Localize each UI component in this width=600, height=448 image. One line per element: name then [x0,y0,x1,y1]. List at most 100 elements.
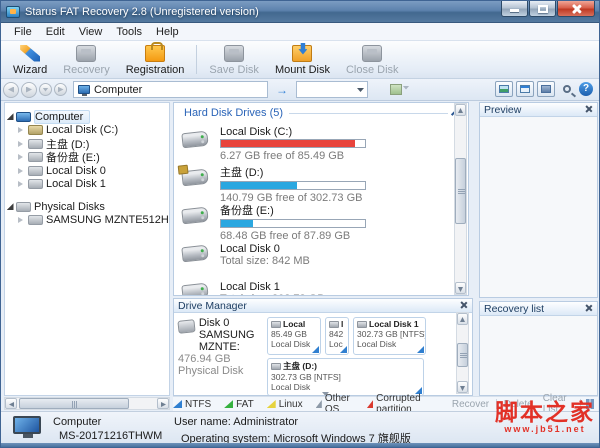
save-view-button[interactable] [537,81,555,97]
view-options-button[interactable] [390,84,413,95]
disk-icon [28,152,43,163]
back-button[interactable] [3,81,19,98]
chevron-down-icon [402,85,410,90]
folder-tree: Computer Local Disk (C:) 主盘 (D:) 备份盘 (E:… [4,102,170,396]
menu-help[interactable]: Help [149,25,186,39]
search-icon[interactable] [563,85,571,93]
drives-scrollbar[interactable] [454,103,467,295]
menu-file[interactable]: File [7,25,39,39]
refresh-icon [57,86,64,93]
fat-triangle-icon [224,400,234,408]
corrupted-triangle-icon [366,400,374,408]
help-button[interactable]: ? [579,82,593,96]
tree-label: Physical Disks [34,200,105,213]
expander-closed-icon[interactable] [18,167,26,174]
location-breadcrumb[interactable]: Computer [73,81,268,98]
hard-drive-icon [181,130,209,149]
refresh-button[interactable] [54,83,67,96]
drive-manager-panel: Drive Manager Disk 0 SAMSUNG MZNTE: 476.… [173,298,473,396]
legend-fat: FAT [224,399,254,410]
recover-button[interactable]: Recover [447,399,494,410]
expander-open-icon[interactable] [6,113,14,121]
toggle-preview-button[interactable] [495,81,513,97]
linux-triangle-icon [266,400,276,408]
toggle-panel-button[interactable] [516,81,534,97]
partition-card-d[interactable]: 主盘 (D:) 302.73 GB [NTFS] Local Disk [267,358,424,395]
registration-button[interactable]: Registration [118,41,193,78]
close-disk-button[interactable]: Close Disk [338,41,407,78]
watermark: 脚本之家 www.jb51.net [495,400,595,434]
close-icon[interactable] [459,300,469,310]
location-label: Computer [94,83,143,96]
physical-disk-info[interactable]: Disk 0 SAMSUNG MZNTE: 476.94 GB Physical… [177,317,266,377]
legend-ntfs: NTFS [173,399,211,410]
drive-row-e[interactable]: 备份盘 (E:) 68.48 GB free of 87.89 GB [181,202,468,242]
tree-item-computer[interactable]: Computer [5,109,169,124]
go-button[interactable]: → [276,83,288,97]
mount-disk-button[interactable]: Mount Disk [267,41,338,78]
forward-icon [26,86,32,93]
ntfs-triangle-icon [173,400,182,408]
close-disk-icon [362,44,383,62]
save-disk-button[interactable]: Save Disk [201,41,267,78]
expander-closed-icon[interactable] [18,127,26,134]
menu-edit[interactable]: Edit [39,25,72,39]
app-window: Starus FAT Recovery 2.8 (Unregistered ve… [0,0,600,448]
disk-icon [271,320,281,328]
close-icon[interactable] [584,104,594,114]
minimize-button[interactable] [501,1,528,17]
disk-icon [28,125,43,136]
expander-open-icon[interactable] [6,203,14,211]
tree-label: Computer [34,109,91,124]
drive-row-c[interactable]: Local Disk (C:) 6.27 GB free of 85.49 GB [181,126,468,162]
expander-closed-icon[interactable] [18,181,26,188]
close-button[interactable] [557,1,595,17]
expander-closed-icon[interactable] [18,154,26,161]
forward-button[interactable] [21,81,37,98]
wizard-button[interactable]: Wizard [5,41,55,78]
tree-item-physical-disks[interactable]: Physical Disks [5,200,169,214]
partition-cards: Local 85.49 GB Local Disk l 842 Loc Loca… [267,315,429,395]
drive-row-disk0[interactable]: Local Disk 0 Total size: 842 MB [181,240,468,273]
expander-closed-icon[interactable] [18,217,26,224]
computer-icon [13,416,43,438]
partition-card-disk1[interactable]: Local Disk 1 302.73 GB [NTFS] Local Disk [353,317,426,355]
menu-view[interactable]: View [72,25,110,39]
tree-item-disk-e[interactable]: 备份盘 (E:) [5,151,169,165]
computer-icon [78,85,90,96]
disk-icon [28,138,43,149]
tree-label: 备份盘 (E:) [46,152,100,165]
minimize-icon [510,9,519,12]
tree-label: Local Disk 1 [46,178,106,191]
tree-scrollbar[interactable] [4,397,170,410]
menu-tools[interactable]: Tools [109,25,149,39]
tree-item-samsung-disk[interactable]: SAMSUNG MZNTE512HMJH-000 [5,214,169,228]
tree-item-local-disk-1[interactable]: Local Disk 1 [5,178,169,192]
legend-linux: Linux [266,399,303,410]
title-bar: Starus FAT Recovery 2.8 (Unregistered ve… [1,1,599,23]
maximize-button[interactable] [529,1,556,17]
tree-label: Local Disk 0 [46,164,106,177]
back-icon [8,86,14,93]
partition-card-small[interactable]: l 842 Loc [325,317,349,355]
save-disk-icon [224,44,245,62]
history-dropdown-button[interactable] [39,83,52,96]
recovery-list-header: Recovery list [480,302,597,316]
close-icon[interactable] [584,303,594,313]
tree-item-local-disk-0[interactable]: Local Disk 0 [5,164,169,178]
recovery-button[interactable]: Recovery [55,41,117,78]
disk-icon [28,165,43,176]
drive-manager-scrollbar[interactable] [456,312,469,394]
disk-icon [28,215,43,226]
drive-row-d[interactable]: 主盘 (D:) 140.79 GB free of 302.73 GB [181,164,468,204]
recovery-list-panel: Recovery list [479,301,598,396]
partition-card-c[interactable]: Local 85.49 GB Local Disk [267,317,321,355]
mount-disk-icon [292,44,313,62]
drive-row-disk1[interactable]: Local Disk 1 Total size: 302.73 GB [181,278,468,295]
recovery-icon [76,44,97,62]
toolbar-separator [196,45,198,74]
expander-closed-icon[interactable] [18,140,26,147]
address-bar: Computer → ? [1,79,599,101]
search-combo[interactable] [296,81,368,98]
tree-label: SAMSUNG MZNTE512HMJH-000 [46,214,169,227]
